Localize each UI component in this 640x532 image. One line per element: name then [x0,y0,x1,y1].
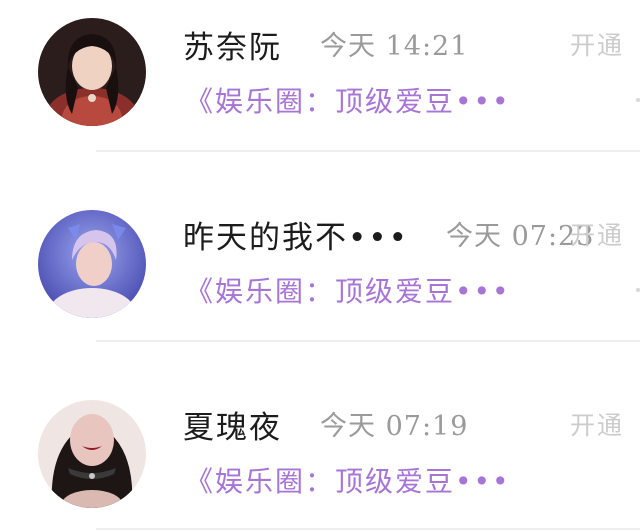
message-row[interactable]: 夏瑰夜 今天 07:19 开通 《娱乐圈：顶级爱豆••• [0,380,640,530]
divider [96,528,640,530]
avatar-icon [38,400,146,508]
open-tag[interactable]: 开通 [570,406,624,442]
avatar-icon [38,210,146,318]
unread-dot [636,98,640,102]
message-list: 苏奈阮 今天 14:21 开通 《娱乐圈：顶级爱豆••• 昨天的我不••• 今天… [0,0,640,532]
message-time: 今天 14:21 [320,31,469,62]
message-snippet: 《娱乐圈：顶级爱豆••• [185,275,511,308]
avatar[interactable] [38,400,146,508]
contact-name: 苏奈阮 [183,30,282,66]
avatar[interactable] [38,18,146,126]
contact-name: 昨天的我不••• [183,220,409,256]
unread-dot [636,288,640,292]
message-snippet: 《娱乐圈：顶级爱豆••• [185,465,511,498]
message-row[interactable]: 苏奈阮 今天 14:21 开通 《娱乐圈：顶级爱豆••• [0,0,640,150]
contact-name: 夏瑰夜 [183,410,282,446]
message-row[interactable]: 昨天的我不••• 今天 07:23 开通 《娱乐圈：顶级爱豆••• [0,190,640,340]
message-time: 今天 07:19 [320,411,469,442]
avatar-icon [38,18,146,126]
avatar[interactable] [38,210,146,318]
message-snippet: 《娱乐圈：顶级爱豆••• [185,85,511,118]
open-tag[interactable]: 开通 [570,216,624,252]
open-tag[interactable]: 开通 [570,26,624,62]
divider [96,340,640,342]
divider [96,150,640,152]
